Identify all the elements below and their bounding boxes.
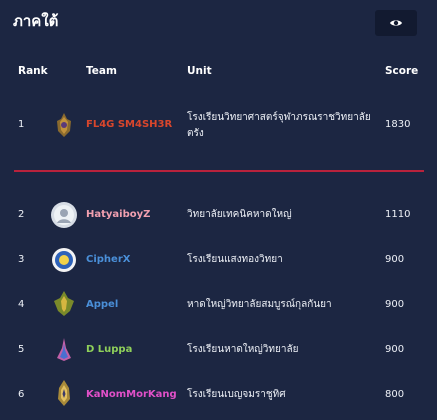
school-emblem-icon (54, 291, 74, 316)
score-cell: 1830 (385, 119, 411, 130)
rank-cell: 2 (18, 209, 25, 220)
team-name[interactable]: KaNomMorKang (86, 389, 177, 400)
score-cell: 900 (385, 299, 405, 310)
school-emblem-icon (58, 380, 70, 406)
unit-cell: หาดใหญ่วิทยาลัยสมบูรณ์กุลกันยา (187, 299, 332, 310)
team-name[interactable]: FL4G SM4SH3R (86, 119, 172, 130)
school-emblem-icon (57, 113, 71, 137)
rank-cell: 4 (18, 299, 25, 310)
table-row[interactable]: 3 CipherX โรงเรียนแสงทองวิทยา 900 (0, 240, 437, 280)
score-cell: 900 (385, 344, 405, 355)
team-name[interactable]: D Luppa (86, 344, 132, 355)
header-unit: Unit (187, 65, 212, 77)
rank-cell: 6 (18, 389, 25, 400)
school-emblem-icon (57, 338, 71, 361)
rank-cell: 1 (18, 119, 25, 130)
unit-cell: โรงเรียนวิทยาศาสตร์จุฬาภรณราชวิทยาลัย ตร… (187, 112, 371, 139)
leader-divider (14, 170, 424, 172)
header-team: Team (86, 65, 117, 77)
table-row[interactable]: 1 FL4G SM4SH3R โรงเรียนวิทยาศาสตร์จุฬาภร… (0, 105, 437, 145)
team-name[interactable]: Appel (86, 299, 118, 310)
unit-cell: โรงเรียนเบญจมราชูทิศ (187, 389, 286, 400)
header-score: Score (385, 65, 419, 77)
score-cell: 1110 (385, 209, 411, 220)
school-emblem-icon (52, 248, 76, 272)
visibility-toggle-button[interactable] (375, 10, 417, 36)
team-avatar-icon (51, 202, 77, 228)
table-row[interactable]: 2 HatyaiboyZ วิทยาลัยเทคนิคหาดใหญ่ 1110 (0, 195, 437, 235)
unit-cell: โรงเรียนหาดใหญ่วิทยาลัย (187, 344, 299, 355)
score-cell: 900 (385, 254, 405, 265)
rank-cell: 3 (18, 254, 25, 265)
team-name[interactable]: CipherX (86, 254, 130, 265)
unit-cell: โรงเรียนแสงทองวิทยา (187, 254, 283, 265)
eye-icon (390, 20, 402, 26)
region-title: ภาคใต้ (13, 12, 59, 30)
score-cell: 800 (385, 389, 405, 400)
table-row[interactable]: 4 Appel หาดใหญ่วิทยาลัยสมบูรณ์กุลกันยา 9… (0, 285, 437, 325)
table-row[interactable]: 6 KaNomMorKang โรงเรียนเบญจมราชูทิศ 800 (0, 375, 437, 415)
scoreboard-panel: ภาคใต้ Rank Team Unit Score 1 FL4G SM4SH… (0, 0, 437, 420)
unit-cell: วิทยาลัยเทคนิคหาดใหญ่ (187, 209, 292, 220)
team-name[interactable]: HatyaiboyZ (86, 209, 150, 220)
header-rank: Rank (18, 65, 48, 77)
table-row[interactable]: 5 D Luppa โรงเรียนหาดใหญ่วิทยาลัย 900 (0, 330, 437, 370)
rank-cell: 5 (18, 344, 25, 355)
